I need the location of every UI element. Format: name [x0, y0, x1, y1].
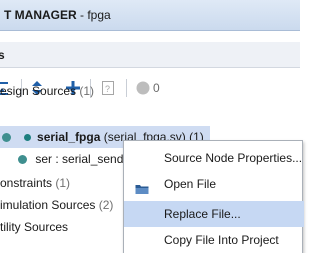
tree-item-label: imulation Sources: [0, 198, 96, 212]
window-title-bar: T MANAGER - fpga: [0, 0, 300, 31]
context-menu: Source Node Properties... Open File Repl…: [123, 140, 304, 253]
svg-text:?: ?: [105, 84, 110, 94]
sources-panel-title-text: s: [0, 48, 5, 62]
menu-item-label: Copy File Into Project: [164, 233, 279, 247]
tree-item-count: (2): [95, 198, 114, 212]
tree-item-constraints[interactable]: onstraints (1): [0, 172, 70, 194]
instance-icon: [18, 155, 27, 165]
window-title-strong: T MANAGER: [4, 8, 77, 22]
toolbar-divider: [126, 79, 127, 97]
menu-item-label: Replace File...: [164, 207, 241, 221]
top-module-icon: [2, 133, 11, 143]
messages-status-icon[interactable]: [135, 78, 151, 98]
doc-icon[interactable]: ?: [100, 78, 116, 98]
tree-item-label: onstraints: [0, 176, 53, 190]
tree-item-simulation-sources[interactable]: imulation Sources (2): [0, 194, 113, 216]
tree-item-label: tility Sources: [0, 220, 69, 234]
tree-item-design-sources[interactable]: esign Sources (1): [0, 80, 94, 102]
child-instance-label: ser : serial_send: [35, 152, 124, 166]
tree-item-label: esign Sources: [0, 84, 77, 98]
menu-item-label: Source Node Properties...: [164, 151, 303, 165]
messages-count: 0: [153, 81, 160, 95]
menu-item-copy-file-into-project[interactable]: Copy File Into Project: [124, 227, 304, 253]
menu-item-replace-file[interactable]: Replace File...: [124, 201, 304, 227]
module-dot-icon: [23, 134, 31, 142]
top-module-name: serial_fpga: [37, 130, 101, 144]
menu-item-source-node-properties[interactable]: Source Node Properties...: [124, 145, 304, 171]
sources-panel-title: s: [0, 42, 300, 68]
tree-item-utility-sources[interactable]: tility Sources: [0, 216, 68, 238]
tree-item-count: (1): [52, 176, 71, 190]
tree-item-count: (1): [76, 84, 95, 98]
menu-item-open-file[interactable]: Open File: [124, 171, 304, 197]
window-title-project: - fpga: [76, 8, 111, 22]
menu-item-label: Open File: [164, 177, 217, 191]
tree-item-child-instance[interactable]: ser : serial_send: [18, 148, 123, 170]
